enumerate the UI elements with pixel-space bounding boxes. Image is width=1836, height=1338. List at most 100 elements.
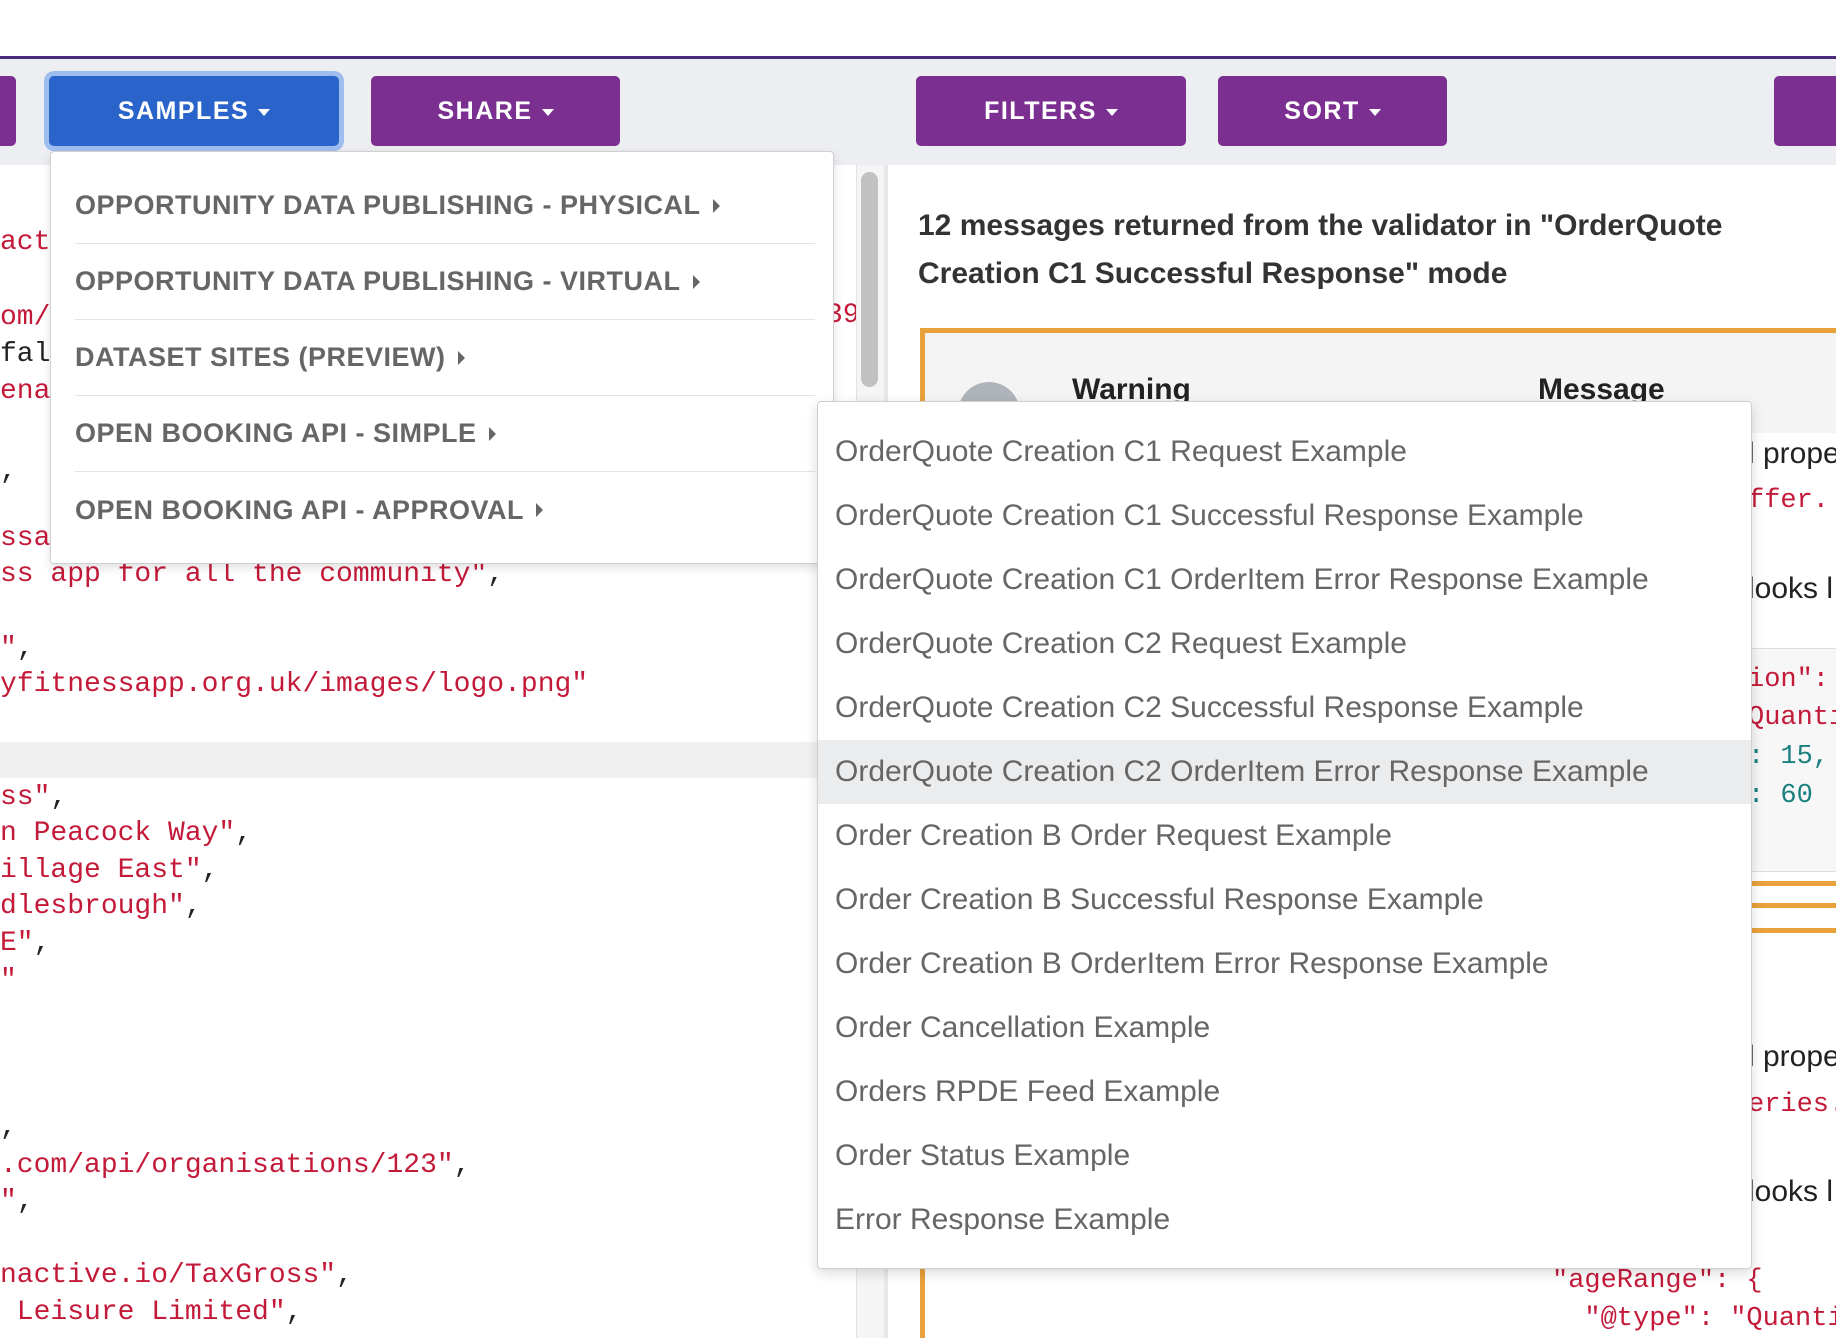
code-punctuation: , [33,928,51,959]
code-string: ss" [0,782,51,813]
code-snippet-line: "ageRange": { [1552,1266,1763,1296]
sample-example-item[interactable]: OrderQuote Creation C1 OrderItem Error R… [818,548,1751,612]
code-punctuation: , [184,891,202,922]
samples-button-label: SAMPLES [117,96,250,125]
message-code: eries. [1748,1090,1836,1120]
right-edge-button[interactable] [1774,76,1836,146]
message-text: looks l [1748,572,1834,605]
share-button-label: SHARE [437,96,533,125]
filters-button-label: FILTERS [984,96,1097,125]
samples-category-item[interactable]: OPEN BOOKING API - APPROVAL [75,472,815,548]
editor-active-line [0,742,856,778]
code-line: ", [0,1186,34,1217]
code-punctuation: , [16,1186,34,1217]
caret-down-icon [258,108,271,116]
code-line: Leisure Limited", [0,1297,303,1328]
editor-scroll-thumb[interactable] [861,172,878,387]
code-string: nactive.io/TaxGross" [0,1260,337,1291]
code-string: yfitnessapp.org.uk/images/logo.png" [0,669,589,700]
code-line: om/ [0,302,50,333]
caret-right-icon [488,426,496,441]
filters-button[interactable]: FILTERS [916,76,1186,146]
samples-category-item[interactable]: OPPORTUNITY DATA PUBLISHING - PHYSICAL [75,168,815,244]
sample-example-item[interactable]: Order Creation B OrderItem Error Respons… [818,932,1751,996]
code-snippet-text: ion": [1748,665,1830,695]
sort-button-label: SORT [1284,96,1360,125]
code-punctuation: , [16,633,34,664]
samples-category-label: OPPORTUNITY DATA PUBLISHING - VIRTUAL [75,266,681,296]
code-string: " [0,633,17,664]
code-line: ss", [0,782,67,813]
sample-example-item[interactable]: OrderQuote Creation C2 OrderItem Error R… [818,740,1751,804]
samples-category-item[interactable]: OPEN BOOKING API - SIMPLE [75,396,815,472]
caret-right-icon [692,274,700,289]
code-string: om/ [0,302,51,333]
code-punctuation: , [0,1112,17,1143]
code-punctuation: , [285,1297,303,1328]
sample-example-item[interactable]: OrderQuote Creation C1 Successful Respon… [818,484,1751,548]
warning-card-border [1748,903,1836,908]
sample-example-item[interactable]: Order Creation B Order Request Example [818,804,1751,868]
code-line: act [0,227,50,258]
code-string: dlesbrough" [0,891,185,922]
sample-example-item[interactable]: OrderQuote Creation C1 Request Example [818,420,1751,484]
samples-dropdown-menu: OPPORTUNITY DATA PUBLISHING - PHYSICAL O… [50,151,834,564]
samples-category-label: OPEN BOOKING API - APPROVAL [75,494,525,525]
caret-right-icon [457,350,465,365]
message-text: l prope [1748,1040,1836,1073]
code-line: n Peacock Way", [0,818,252,849]
caret-down-icon [1105,108,1118,116]
code-line: , [0,1112,17,1143]
code-snippet-line: Quanti [1748,703,1836,733]
code-string: Leisure Limited" [0,1297,286,1328]
sample-example-item[interactable]: OrderQuote Creation C2 Request Example [818,612,1751,676]
code-line: yfitnessapp.org.uk/images/logo.png" [0,669,588,700]
code-line: " [0,965,17,996]
code-string: " [0,965,17,996]
code-snippet-line: : 60 [1748,781,1813,811]
code-punctuation: , [201,855,219,886]
warning-card-border [1748,928,1836,933]
code-punctuation: , [0,456,17,487]
left-edge-button[interactable] [0,76,16,146]
sample-example-item[interactable]: Order Cancellation Example [818,996,1751,1060]
caret-down-icon [1368,108,1381,116]
code-line: E", [0,928,50,959]
code-punctuation: , [235,818,253,849]
sample-example-item[interactable]: OrderQuote Creation C2 Successful Respon… [818,676,1751,740]
code-string: E" [0,928,34,959]
code-punctuation: , [50,782,68,813]
sort-button[interactable]: SORT [1218,76,1447,146]
caret-right-icon [712,198,720,213]
results-title: 12 messages returned from the validator … [918,209,1723,290]
code-line: , [0,456,17,487]
message-text: l prope [1748,437,1836,470]
samples-category-label: DATASET SITES (PREVIEW) [75,342,446,372]
top-bar [0,0,1836,59]
message-code: ffer. [1748,486,1830,516]
code-snippet-line: : 15, [1748,742,1830,772]
samples-category-item[interactable]: DATASET SITES (PREVIEW) [75,320,815,396]
sample-example-item[interactable]: Order Creation B Successful Response Exa… [818,868,1751,932]
code-snippet-line: "@type": "Quanti [1552,1304,1836,1334]
sample-example-item[interactable]: Order Status Example [818,1124,1751,1188]
code-string: illage East" [0,855,202,886]
code-line: .com/api/organisations/123", [0,1150,471,1181]
share-button[interactable]: SHARE [371,76,620,146]
code-line: illage East", [0,855,218,886]
samples-button[interactable]: SAMPLES [49,76,339,146]
caret-down-icon [541,108,554,116]
samples-submenu: OrderQuote Creation C1 Request Example Or… [817,401,1752,1269]
caret-right-icon [536,503,544,517]
code-string: act [0,227,51,258]
samples-category-label: OPEN BOOKING API - SIMPLE [75,418,477,448]
samples-category-item[interactable]: OPPORTUNITY DATA PUBLISHING - VIRTUAL [75,244,815,320]
message-text: looks l [1748,1175,1834,1208]
code-line: ", [0,633,34,664]
code-string: " [0,1186,17,1217]
code-line: dlesbrough", [0,891,202,922]
code-string: n Peacock Way" [0,818,236,849]
sample-example-item[interactable]: Error Response Example [818,1188,1751,1252]
sample-example-item[interactable]: Orders RPDE Feed Example [818,1060,1751,1124]
code-snippet-line: ion": [1748,665,1829,695]
